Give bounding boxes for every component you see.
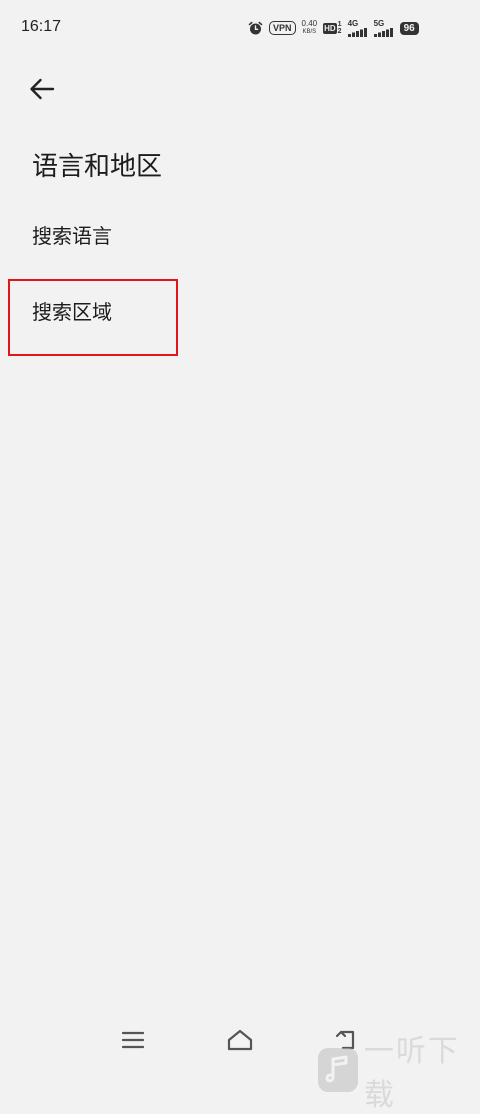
- hd-sim-bottom: 2: [337, 28, 342, 35]
- network-speed: 0.40 KB/S: [302, 20, 318, 36]
- menu-icon: [121, 1031, 145, 1053]
- status-time: 16:17: [21, 18, 62, 35]
- page-title: 语言和地区: [32, 152, 163, 182]
- network-speed-value: 0.40: [301, 19, 318, 28]
- highlight-annotation-box: [8, 279, 178, 356]
- network-speed-unit: KB/S: [302, 29, 317, 35]
- battery-icon: 96: [399, 21, 419, 35]
- watermark-text: 一听下载: [363, 1034, 460, 1113]
- arrow-left-icon: [29, 78, 55, 104]
- back-button[interactable]: [26, 75, 58, 107]
- signal-5g-icon: 5G: [373, 18, 394, 37]
- watermark: 一听下载: [318, 1026, 480, 1114]
- watermark-logo: [318, 1048, 358, 1092]
- nav-menu-button[interactable]: [117, 1028, 149, 1056]
- sim2-network-label: 5G: [373, 18, 385, 28]
- home-icon: [227, 1029, 253, 1055]
- alarm-icon: [248, 21, 263, 36]
- hd-label: HD: [323, 22, 337, 34]
- menu-item-search-language[interactable]: 搜索语言: [32, 222, 112, 250]
- sim1-network-label: 4G: [347, 18, 359, 28]
- hd-sim-top: 1: [337, 21, 342, 28]
- vpn-icon: VPN: [269, 21, 296, 35]
- hd-icon: HD 1 2: [323, 21, 342, 35]
- nav-home-button[interactable]: [224, 1028, 256, 1056]
- status-bar: 16:17 VPN 0.40 KB/S HD 1 2 4G 5G 96: [0, 0, 480, 56]
- status-icons: VPN 0.40 KB/S HD 1 2 4G 5G 96: [248, 19, 419, 37]
- signal-4g-icon: 4G: [347, 18, 368, 37]
